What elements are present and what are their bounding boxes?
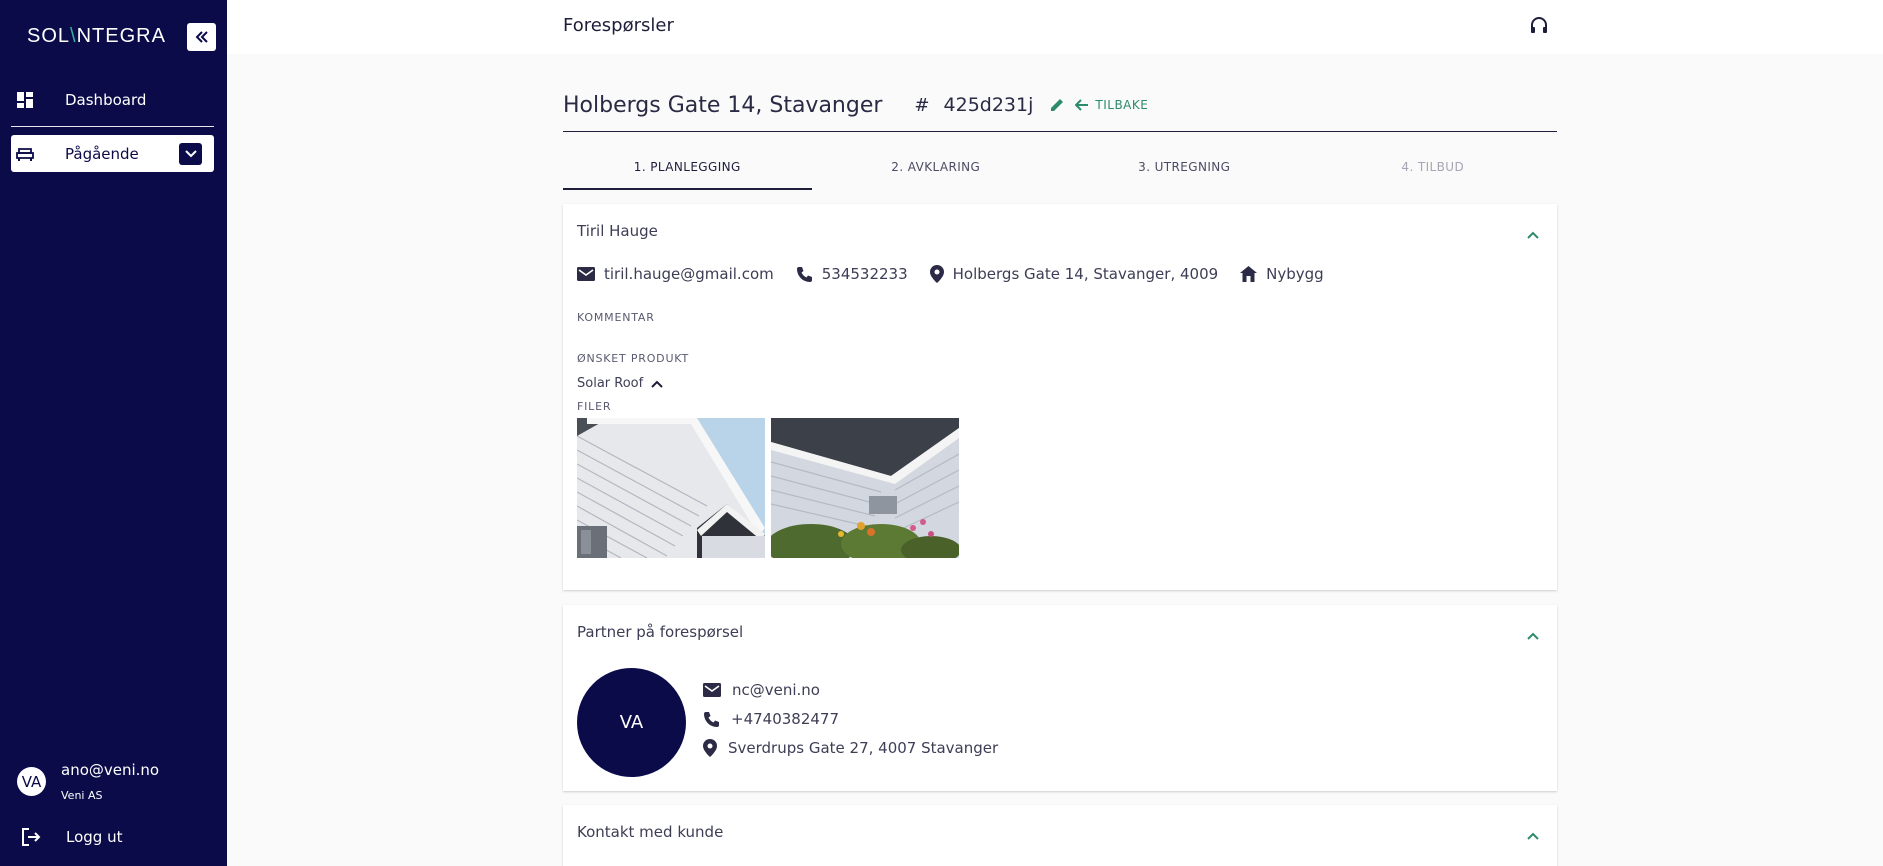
hash-symbol: # (914, 94, 930, 116)
customer-building-type: Nybygg (1240, 265, 1324, 283)
mail-icon (703, 683, 721, 697)
page-title: Forespørsler (563, 15, 674, 36)
customer-card: Tiril Hauge tiril.hauge@gmail.com 534532… (563, 204, 1557, 590)
location-pin-icon (703, 739, 717, 757)
arrow-left-icon (1075, 99, 1089, 111)
top-bar: Forespørsler (227, 0, 1883, 54)
partner-card: Partner på forespørsel VA nc@veni.no +47… (563, 605, 1557, 791)
tab-avklaring[interactable]: 2. AVKLARING (812, 154, 1061, 190)
customer-contact-card: Kontakt med kunde (563, 805, 1557, 866)
user-org: Veni AS (61, 789, 103, 802)
contact-card-title[interactable]: Kontakt med kunde (577, 823, 723, 841)
sofa-icon (16, 145, 34, 163)
double-chevron-left-icon (195, 31, 208, 43)
request-header: Holbergs Gate 14, Stavanger # 425d231j T… (563, 88, 1557, 122)
stepper: 1. PLANLEGGING 2. AVKLARING 3. UTREGNING… (563, 154, 1557, 190)
app-logo[interactable]: SOL\NTEGRA (27, 25, 166, 48)
logout-button[interactable]: Logg ut (21, 828, 122, 846)
pencil-icon[interactable] (1049, 97, 1065, 113)
phone-icon (796, 266, 812, 282)
sidebar-item-label: Dashboard (65, 90, 147, 109)
product-value: Solar Roof (577, 376, 644, 391)
sidebar: SOL\NTEGRA Dashboard Pågående VA ano@ven… (0, 0, 227, 866)
collapse-sidebar-button[interactable] (187, 23, 216, 51)
tab-tilbud: 4. TILBUD (1401, 160, 1465, 174)
location-pin-icon (929, 265, 944, 283)
sidebar-item-label: Pågående (65, 144, 139, 163)
tab-planlegging[interactable]: 1. PLANLEGGING (563, 154, 812, 190)
headset-icon[interactable] (1529, 16, 1549, 40)
customer-address: Holbergs Gate 14, Stavanger, 4009 (929, 265, 1218, 283)
product-select[interactable]: Solar Roof (577, 376, 663, 391)
expand-button[interactable] (179, 142, 202, 165)
logout-label: Logg ut (66, 828, 123, 846)
partner-address: Sverdrups Gate 27, 4007 Stavanger (703, 739, 998, 757)
back-label: TILBAKE (1095, 98, 1149, 112)
partner-email: nc@veni.no (703, 681, 820, 699)
request-address: Holbergs Gate 14, Stavanger (563, 92, 883, 118)
customer-name[interactable]: Tiril Hauge (577, 222, 658, 240)
sidebar-item-pagaende[interactable]: Pågående (11, 135, 214, 172)
back-button[interactable]: TILBAKE (1075, 98, 1148, 112)
file-thumbnail[interactable] (577, 418, 765, 558)
tab-utregning[interactable]: 3. UTREGNING (1060, 154, 1309, 190)
customer-contact-row: tiril.hauge@gmail.com 534532233 Holbergs… (577, 265, 1324, 283)
user-email: ano@veni.no (61, 761, 160, 779)
chevron-up-icon[interactable] (1527, 224, 1539, 243)
partner-phone: +4740382477 (703, 710, 839, 728)
product-label: ØNSKET PRODUKT (577, 352, 689, 365)
chevron-up-icon (651, 380, 663, 388)
customer-phone: 534532233 (796, 265, 908, 283)
customer-email: tiril.hauge@gmail.com (577, 265, 774, 283)
partner-card-title[interactable]: Partner på forespørsel (577, 623, 743, 641)
home-icon (1240, 266, 1258, 282)
file-thumbnail[interactable] (771, 418, 959, 558)
sidebar-divider (11, 126, 214, 127)
comment-label: KOMMENTAR (577, 311, 655, 324)
mail-icon (577, 267, 595, 281)
files-label: FILER (577, 400, 612, 413)
chevron-up-icon[interactable] (1527, 825, 1539, 844)
partner-avatar: VA (577, 668, 686, 777)
logout-icon (22, 828, 41, 846)
user-avatar[interactable]: VA (17, 767, 46, 796)
sidebar-item-dashboard[interactable]: Dashboard (11, 81, 214, 118)
phone-icon (704, 711, 719, 727)
dashboard-icon (16, 91, 34, 109)
request-id: 425d231j (943, 94, 1034, 116)
header-divider (563, 131, 1557, 132)
chevron-up-icon[interactable] (1527, 625, 1539, 644)
chevron-down-icon (184, 149, 197, 157)
